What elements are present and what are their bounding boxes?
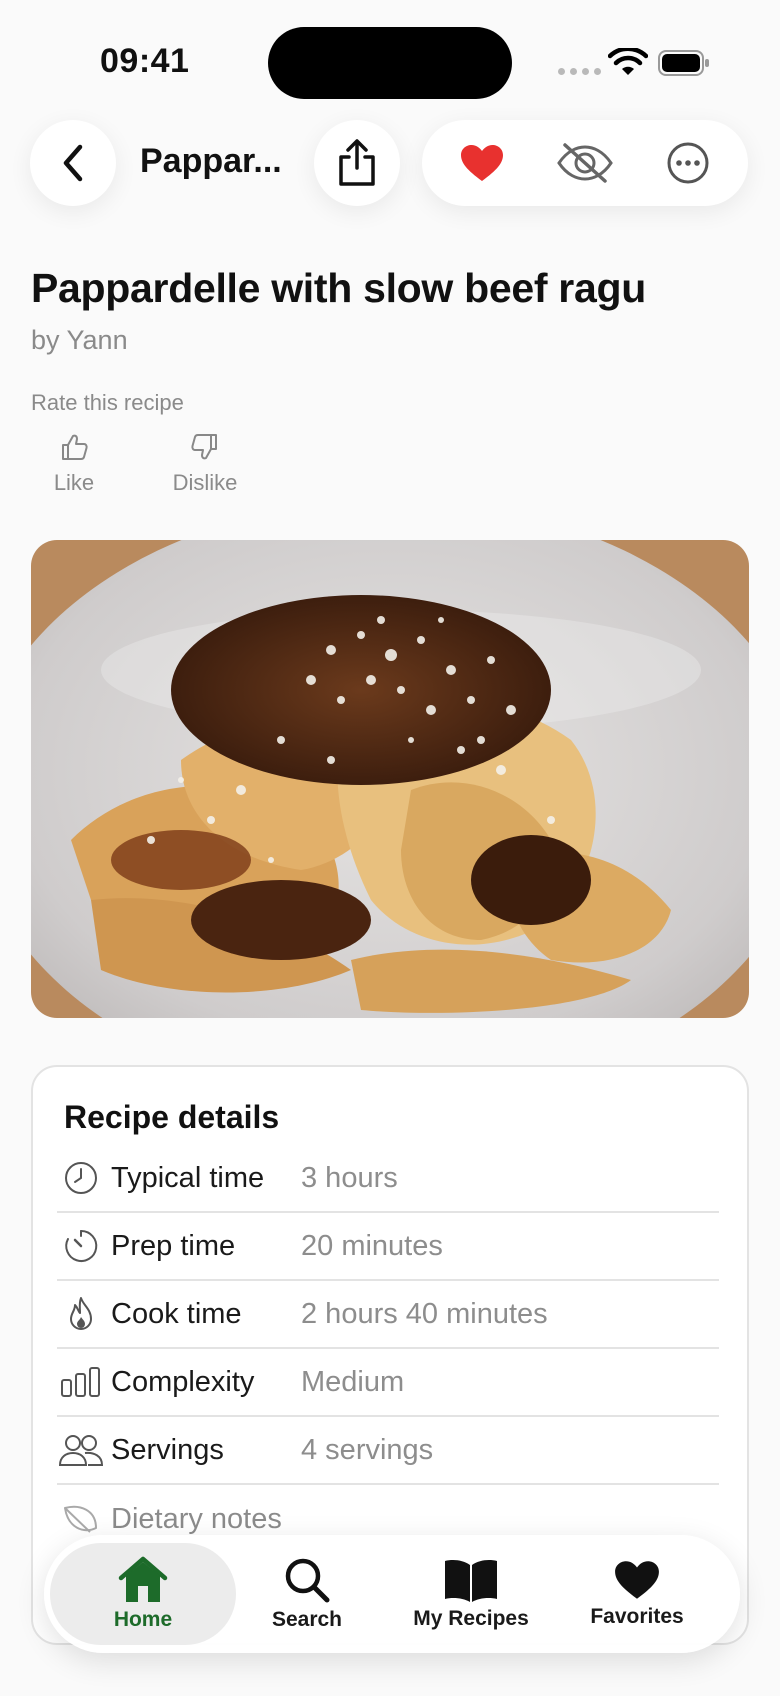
- recipe-photo: [31, 540, 749, 1018]
- detail-label: Cook time: [111, 1297, 242, 1330]
- details-heading: Recipe details: [64, 1099, 280, 1135]
- tab-search[interactable]: Search: [214, 1543, 400, 1645]
- detail-value: 3 hours: [301, 1161, 398, 1194]
- detail-value: 4 servings: [301, 1433, 434, 1466]
- house-icon: [118, 1556, 168, 1602]
- dislike-label: Dislike: [172, 470, 238, 495]
- book-icon: [445, 1560, 497, 1602]
- status-time: 09:41: [100, 42, 190, 80]
- thumbs-down-icon: [191, 434, 217, 460]
- people-icon: [57, 1430, 105, 1470]
- tab-my-recipes[interactable]: My Recipes: [378, 1543, 564, 1645]
- share-button[interactable]: [314, 120, 400, 206]
- detail-value: Medium: [301, 1365, 405, 1398]
- recipe-author[interactable]: by Yann: [31, 325, 128, 356]
- share-icon: [339, 139, 375, 186]
- like-label: Like: [53, 470, 95, 495]
- detail-row-servings: Servings 4 servings: [57, 1417, 719, 1485]
- detail-label: Prep time: [111, 1229, 236, 1262]
- nav-title: Pappar...: [140, 142, 282, 180]
- thumbs-up-icon: [62, 434, 88, 460]
- like-button[interactable]: Like: [19, 432, 129, 502]
- tab-label: Search: [271, 1608, 343, 1631]
- tab-favorites[interactable]: Favorites: [544, 1543, 730, 1645]
- tab-label: Favorites: [590, 1605, 684, 1628]
- cellular-signal-icon: [558, 68, 601, 75]
- rate-label: Rate this recipe: [31, 390, 184, 415]
- leaf-icon: [57, 1499, 105, 1539]
- hide-button[interactable]: [540, 120, 630, 206]
- tab-bar: Home Search My Recipes Favorites: [44, 1535, 740, 1653]
- detail-row-typical-time: Typical time 3 hours: [57, 1145, 719, 1213]
- flame-icon: [57, 1294, 105, 1334]
- back-button[interactable]: [30, 120, 116, 206]
- tab-home[interactable]: Home: [50, 1543, 236, 1645]
- bars-icon: [57, 1362, 105, 1402]
- magnifier-icon: [285, 1558, 330, 1603]
- wifi-icon: [608, 48, 648, 75]
- ellipsis-circle-icon: [667, 142, 709, 184]
- eye-slash-icon: [557, 143, 613, 183]
- recipe-title: Pappardelle with slow beef ragu: [31, 265, 646, 311]
- heart-filled-icon: [460, 145, 503, 181]
- recipe-actions: [422, 120, 748, 206]
- tab-label: Home: [113, 1608, 173, 1631]
- timer-icon: [57, 1226, 105, 1266]
- favorite-button[interactable]: [437, 120, 527, 206]
- more-button[interactable]: [643, 120, 733, 206]
- tab-label: My Recipes: [413, 1607, 529, 1630]
- dynamic-island: [268, 27, 512, 99]
- dislike-button[interactable]: Dislike: [150, 432, 260, 502]
- battery-icon: [658, 50, 709, 76]
- detail-row-cook-time: Cook time 2 hours 40 minutes: [57, 1281, 719, 1349]
- detail-value: 2 hours 40 minutes: [301, 1297, 548, 1330]
- detail-label: Typical time: [111, 1161, 265, 1194]
- heart-icon: [615, 1561, 659, 1599]
- detail-label: Complexity: [111, 1365, 255, 1398]
- status-bar: 09:41: [0, 0, 780, 120]
- nav-bar: Pappar...: [0, 120, 780, 206]
- detail-label: Servings: [111, 1433, 224, 1466]
- detail-label: Dietary notes: [111, 1502, 282, 1535]
- detail-row-prep-time: Prep time 20 minutes: [57, 1213, 719, 1281]
- detail-value: 20 minutes: [301, 1229, 443, 1262]
- chevron-left-icon: [63, 144, 83, 182]
- detail-row-complexity: Complexity Medium: [57, 1349, 719, 1417]
- clock-icon: [57, 1158, 105, 1198]
